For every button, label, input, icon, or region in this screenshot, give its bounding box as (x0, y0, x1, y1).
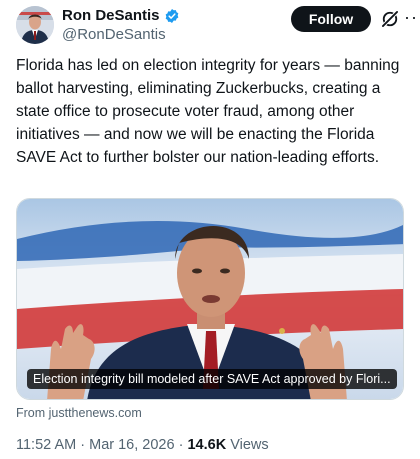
post-date[interactable]: Mar 16, 2026 (89, 437, 174, 453)
verified-badge-icon (165, 9, 178, 23)
tweet-header: Ron DeSantis @RonDeSantis Follow ··· (16, 6, 420, 50)
meta-separator: · (178, 437, 184, 453)
link-source[interactable]: From justthenews.com (16, 406, 142, 420)
views-label: Views (230, 437, 269, 453)
post-time[interactable]: 11:52 AM (16, 437, 76, 453)
author-name-row[interactable]: Ron DeSantis (62, 7, 180, 25)
follow-button[interactable]: Follow (291, 6, 371, 32)
author-handle[interactable]: @RonDeSantis (62, 26, 166, 44)
views-count: 14.6K (187, 437, 227, 453)
more-icon[interactable]: ··· (404, 6, 420, 28)
media-caption: Election integrity bill modeled after SA… (27, 369, 397, 389)
media-card[interactable]: Election integrity bill modeled after SA… (16, 198, 404, 400)
avatar[interactable] (16, 6, 54, 44)
tweet-meta: 11:52 AM · Mar 16, 2026 · 14.6K Views (16, 437, 269, 453)
tweet-text: Florida has led on election integrity fo… (16, 57, 400, 166)
author-name[interactable]: Ron DeSantis (62, 7, 160, 25)
grok-icon[interactable] (380, 9, 400, 29)
meta-separator: · (80, 437, 86, 453)
